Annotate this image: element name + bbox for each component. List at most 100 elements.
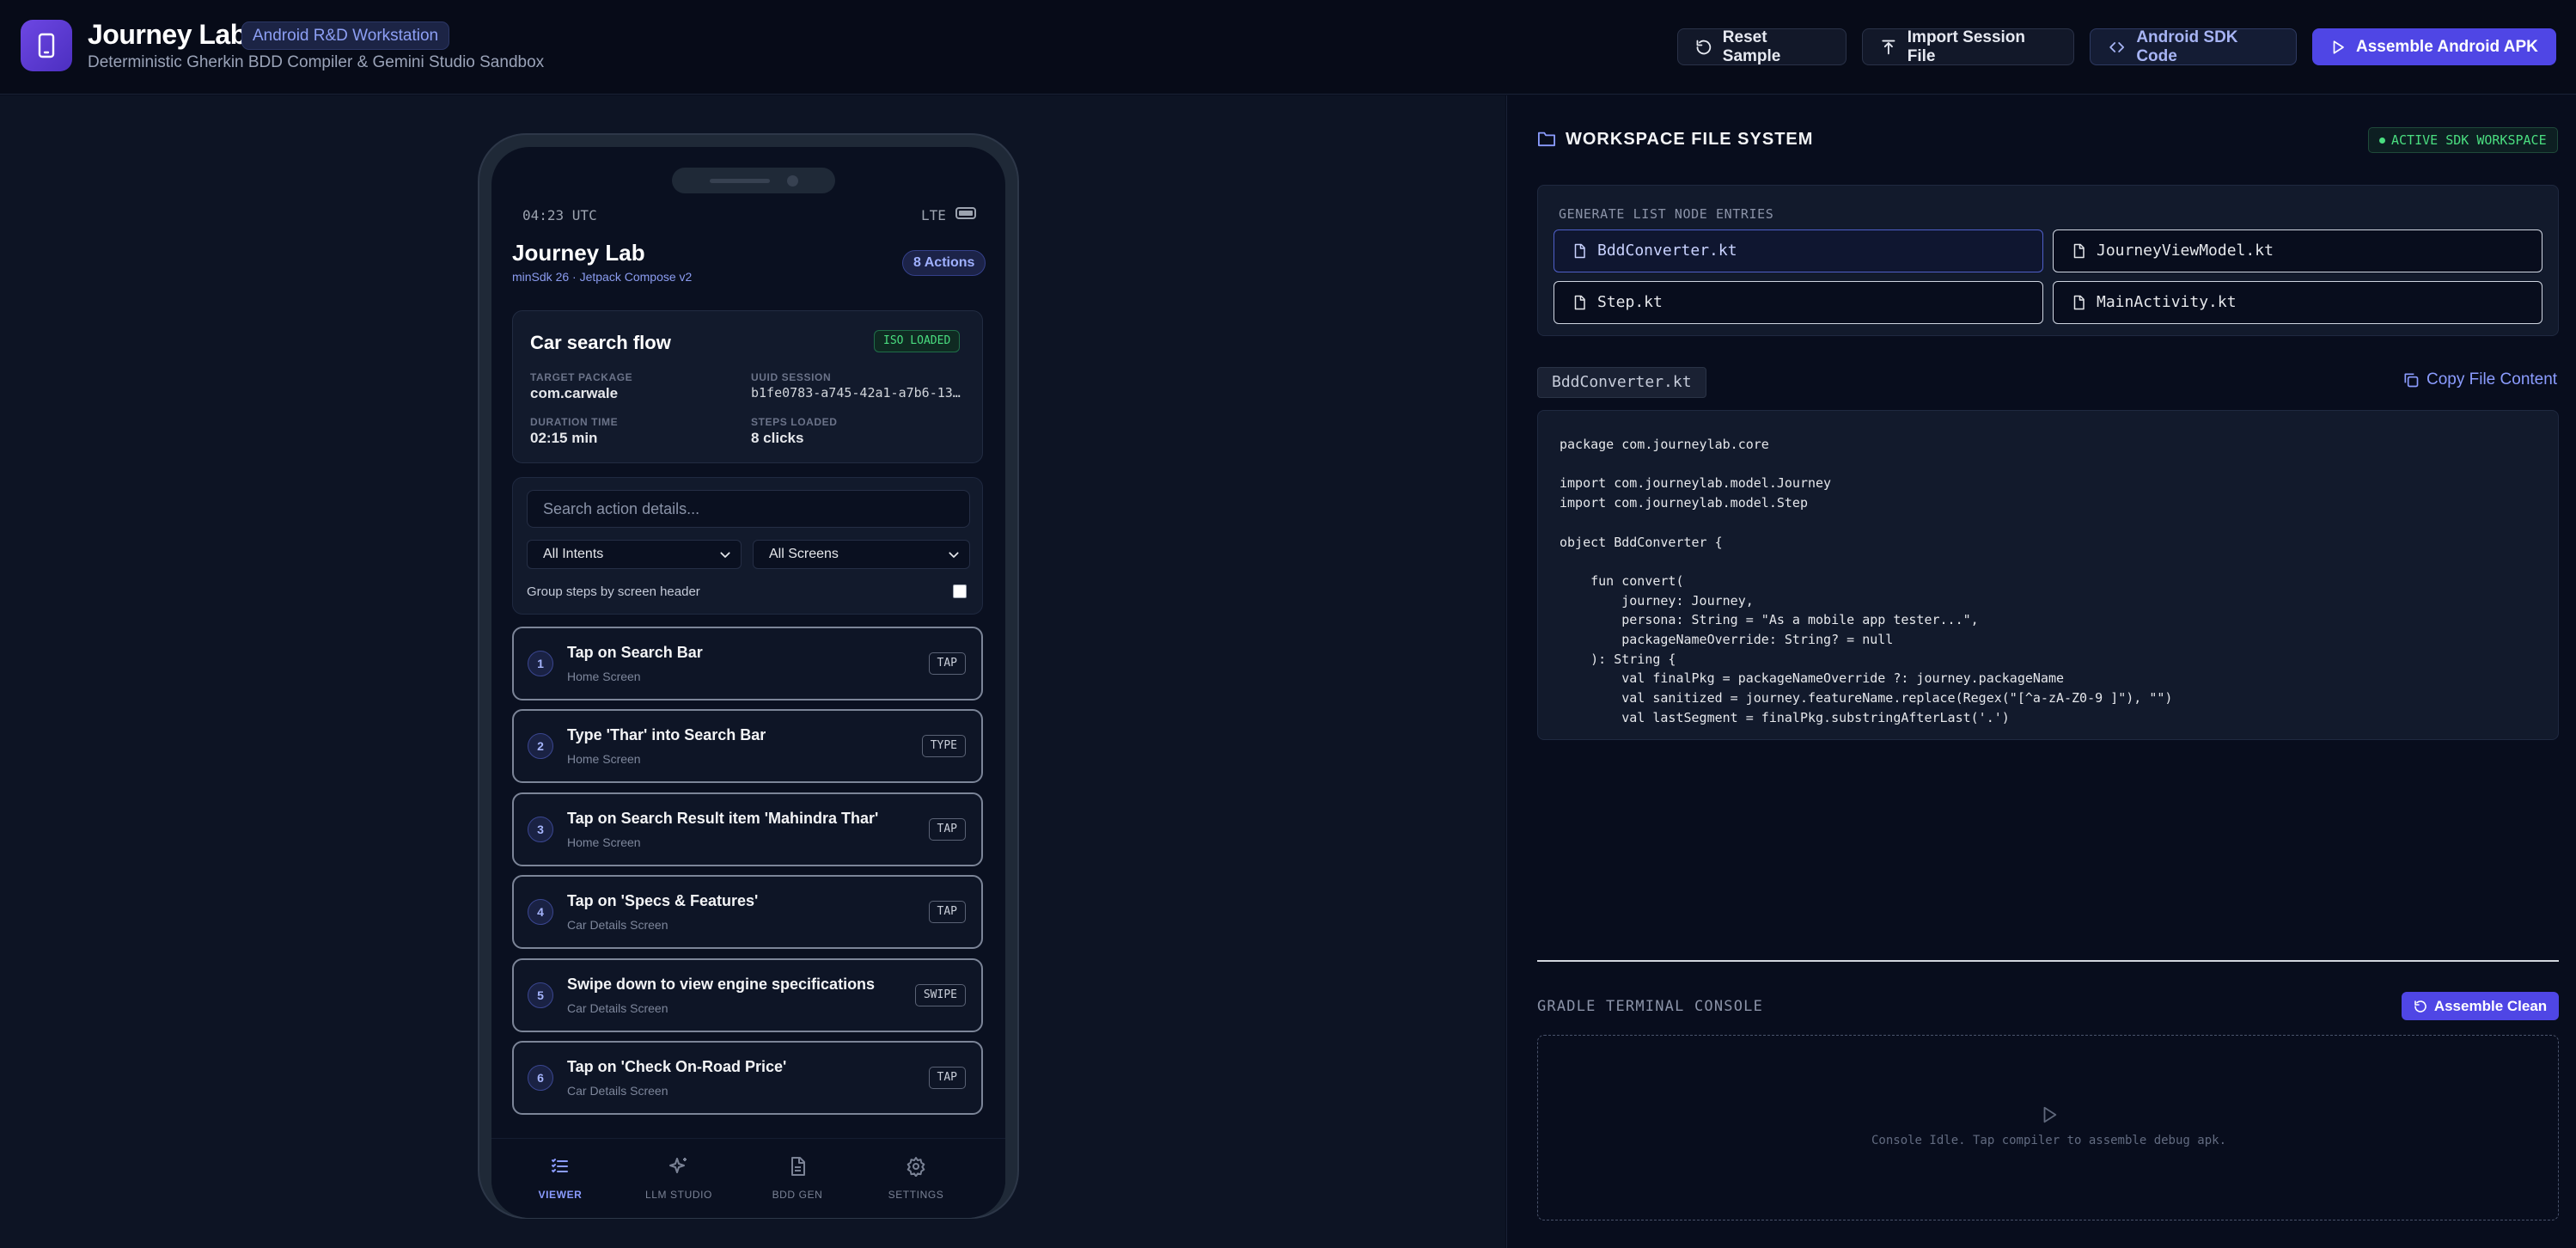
section-divider — [1537, 960, 2559, 962]
android-sdk-code-button[interactable]: Android SDK Code — [2090, 28, 2297, 65]
file-bddconverter[interactable]: BddConverter.kt — [1554, 229, 2043, 272]
app-subtitle: Deterministic Gherkin BDD Compiler & Gem… — [88, 53, 545, 71]
copy-file-content-button[interactable]: Copy File Content — [2402, 370, 2557, 389]
step-title: Swipe down to view engine specifications — [567, 976, 876, 993]
file-icon — [1574, 295, 1585, 310]
workstation-badge: Android R&D Workstation — [241, 21, 450, 50]
step-number: 4 — [528, 899, 553, 925]
android-sdk-code-label: Android SDK Code — [2136, 28, 2238, 65]
play-icon — [2333, 40, 2344, 54]
file-name: MainActivity.kt — [2097, 293, 2237, 311]
step-type-tag: SWIPE — [914, 984, 966, 1006]
screen-select[interactable]: All Screens — [753, 540, 970, 569]
nav-viewer[interactable]: VIEWER — [501, 1139, 620, 1218]
iso-loaded-badge: ISO LOADED — [874, 330, 961, 352]
gear-icon — [906, 1157, 925, 1177]
assemble-clean-button[interactable]: Assemble Clean — [2402, 992, 2559, 1020]
nav-bdd-gen[interactable]: BDD GEN — [738, 1139, 857, 1218]
step-item[interactable]: 3 Tap on Search Result item 'Mahindra Th… — [512, 792, 983, 866]
step-number: 6 — [528, 1065, 553, 1091]
step-screen: Car Details Screen — [567, 1084, 668, 1098]
flow-title: Car search flow — [530, 332, 671, 353]
camera-icon — [787, 175, 798, 187]
file-name: BddConverter.kt — [1597, 242, 1737, 260]
copy-file-content-label: Copy File Content — [2426, 370, 2558, 388]
step-item[interactable]: 5 Swipe down to view engine specificatio… — [512, 958, 983, 1032]
open-file-tab[interactable]: BddConverter.kt — [1537, 367, 1706, 398]
step-screen: Car Details Screen — [567, 1001, 668, 1015]
step-item[interactable]: 1 Tap on Search Bar Home Screen TAP — [512, 627, 983, 700]
play-icon — [2043, 1106, 2057, 1123]
phone-icon — [21, 20, 72, 71]
speaker-grille — [710, 179, 770, 183]
flow-summary-card: Car search flow ISO LOADED TARGET PACKAG… — [512, 310, 983, 463]
nav-viewer-label: VIEWER — [538, 1189, 583, 1201]
nav-llm-studio-label: LLM STUDIO — [644, 1189, 712, 1201]
assemble-apk-button[interactable]: Assemble Android APK — [2312, 28, 2556, 65]
phone-app-title: Journey Lab — [512, 240, 645, 266]
steps-loaded-value: 8 clicks — [751, 430, 804, 446]
actions-count-badge: 8 Actions — [902, 250, 986, 276]
file-icon — [2073, 295, 2085, 310]
step-screen: Home Screen — [567, 835, 641, 849]
generate-list-title: GENERATE LIST NODE ENTRIES — [1559, 206, 1774, 222]
upload-icon — [1882, 40, 1895, 54]
step-title: Tap on 'Check On-Road Price' — [567, 1058, 787, 1075]
step-type-tag: TAP — [928, 1067, 966, 1089]
nav-settings-label: SETTINGS — [888, 1189, 944, 1201]
document-icon — [791, 1157, 805, 1176]
code-content: package com.journeylab.core import com.j… — [1560, 437, 2173, 725]
step-type-tag: TAP — [928, 818, 966, 841]
step-number: 5 — [528, 982, 553, 1008]
file-journeyviewmodel[interactable]: JourneyViewModel.kt — [2053, 229, 2542, 272]
active-workspace-badge: ACTIVE SDK WORKSPACE — [2368, 127, 2558, 153]
copy-icon — [2404, 373, 2419, 388]
app-header: Journey Lab Android R&D Workstation Dete… — [0, 0, 2576, 95]
nav-llm-studio[interactable]: LLM STUDIO — [620, 1139, 738, 1218]
file-name: JourneyViewModel.kt — [2097, 242, 2274, 260]
step-item[interactable]: 6 Tap on 'Check On-Road Price' Car Detai… — [512, 1041, 983, 1115]
intent-select[interactable]: All Intents — [527, 540, 742, 569]
group-by-screen-checkbox[interactable] — [953, 584, 967, 598]
step-screen: Car Details Screen — [567, 918, 668, 932]
reset-sample-button[interactable]: Reset Sample — [1677, 28, 1847, 65]
battery-icon — [955, 207, 976, 219]
duration-value: 02:15 min — [530, 430, 598, 446]
step-screen: Home Screen — [567, 752, 641, 766]
phone-app-subtitle: minSdk 26 · Jetpack Compose v2 — [512, 270, 693, 284]
import-session-label: Import Session File — [1907, 28, 2026, 65]
list-icon — [552, 1159, 568, 1173]
folder-icon — [1537, 132, 1555, 147]
sparkles-icon — [669, 1158, 687, 1173]
uuid-label: UUID SESSION — [751, 371, 832, 383]
phone-frame: 04:23 UTC LTE Journey Lab minSdk 26 · Je… — [478, 133, 1019, 1219]
step-item[interactable]: 2 Type 'Thar' into Search Bar Home Scree… — [512, 709, 983, 783]
step-item[interactable]: 4 Tap on 'Specs & Features' Car Details … — [512, 875, 983, 949]
app-title: Journey Lab — [88, 19, 247, 50]
step-title: Tap on Search Bar — [567, 644, 703, 661]
file-step[interactable]: Step.kt — [1554, 281, 2043, 324]
file-icon — [2073, 243, 2085, 259]
step-title: Type 'Thar' into Search Bar — [567, 726, 766, 743]
nav-settings[interactable]: SETTINGS — [857, 1139, 975, 1218]
target-package-value: com.carwale — [530, 385, 619, 401]
reset-sample-label: Reset Sample — [1722, 28, 1781, 65]
code-icon — [2109, 41, 2125, 52]
console-output: Console Idle. Tap compiler to assemble d… — [1537, 1035, 2559, 1220]
group-by-screen-label: Group steps by screen header — [527, 584, 700, 599]
bottom-navigation: VIEWER LLM STUDIO BDD GEN SETTINGS — [491, 1138, 1005, 1218]
import-session-button[interactable]: Import Session File — [1862, 28, 2074, 65]
step-type-tag: TYPE — [921, 735, 966, 757]
code-viewer: package com.journeylab.core import com.j… — [1537, 410, 2559, 740]
intent-select-value: All Intents — [543, 547, 604, 561]
search-actions-input[interactable] — [527, 490, 970, 528]
workspace-title: WORKSPACE FILE SYSTEM — [1566, 130, 1814, 149]
screen-select-value: All Screens — [769, 547, 839, 561]
step-number: 3 — [528, 817, 553, 842]
assemble-clean-label: Assemble Clean — [2433, 997, 2548, 1014]
phone-screen: 04:23 UTC LTE Journey Lab minSdk 26 · Je… — [491, 147, 1005, 1218]
status-time: 04:23 UTC — [522, 207, 597, 223]
file-mainactivity[interactable]: MainActivity.kt — [2053, 281, 2542, 324]
step-type-tag: TAP — [928, 901, 966, 923]
step-number: 1 — [528, 651, 553, 676]
